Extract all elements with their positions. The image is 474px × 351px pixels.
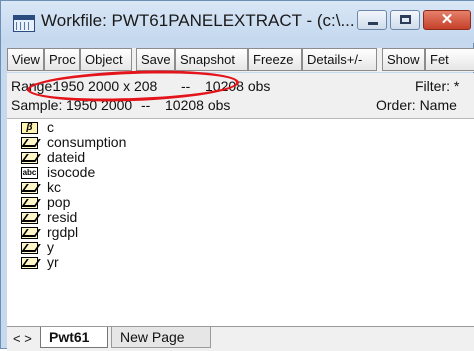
tab-pwt61[interactable]: Pwt61 [40, 327, 108, 348]
filter-label[interactable]: Filter: * [415, 78, 459, 94]
close-icon: ✕ [440, 11, 454, 28]
show-button[interactable]: Show [382, 48, 425, 71]
workfile-icon [13, 15, 35, 32]
snapshot-button[interactable]: Snapshot [175, 48, 248, 71]
object-name: kc [47, 179, 61, 195]
object-name: y [47, 239, 54, 255]
page-tab-bar: < > Pwt61 New Page [7, 326, 474, 351]
series-icon [21, 257, 38, 269]
object-name: c [47, 119, 54, 135]
close-button[interactable]: ✕ [423, 10, 471, 30]
minimize-icon [368, 22, 378, 25]
coefficient-icon: β [21, 122, 38, 134]
tab-new-page[interactable]: New Page [111, 327, 211, 348]
workfile-window: Workfile: PWT61PANELEXTRACT - (c:\... ✕ … [0, 0, 474, 351]
workfile-toolbar: View Proc Object Save Snapshot Freeze De… [7, 48, 474, 72]
object-name: resid [47, 209, 78, 225]
object-name: dateid [47, 149, 86, 165]
object-name: rgdpl [47, 224, 79, 240]
series-icon [21, 197, 38, 209]
minimize-button[interactable] [357, 10, 387, 30]
sample-label: Sample: [11, 97, 63, 113]
save-button[interactable]: Save [136, 48, 175, 71]
sample-obs: 10208 obs [165, 97, 231, 113]
series-icon [21, 152, 38, 164]
proc-button[interactable]: Proc [44, 48, 80, 71]
title-bar[interactable]: Workfile: PWT61PANELEXTRACT - (c:\... ✕ [1, 1, 474, 43]
series-icon [21, 212, 38, 224]
alpha-icon: abc [21, 167, 38, 179]
object-button[interactable]: Object [80, 48, 132, 71]
object-name: isocode [47, 164, 96, 180]
series-icon [21, 227, 38, 239]
object-name: yr [47, 254, 59, 270]
object-name: consumption [47, 134, 127, 150]
series-icon [21, 242, 38, 254]
maximize-button[interactable] [390, 10, 420, 30]
details-button[interactable]: Details+/- [302, 48, 377, 71]
tab-scroll-arrows[interactable]: < > [13, 331, 32, 346]
object-name: pop [47, 194, 71, 210]
freeze-button[interactable]: Freeze [248, 48, 302, 71]
workfile-content: Range: 1950 2000 x 208 -- 10208 obs Filt… [7, 73, 474, 350]
series-icon [21, 137, 38, 149]
window-title: Workfile: PWT61PANELEXTRACT - (c:\... [41, 11, 355, 30]
maximize-icon [400, 15, 411, 24]
series-icon [21, 182, 38, 194]
fetch-button[interactable]: Fet [425, 48, 474, 71]
view-button[interactable]: View [7, 48, 44, 71]
order-label[interactable]: Order: Name [376, 97, 457, 113]
